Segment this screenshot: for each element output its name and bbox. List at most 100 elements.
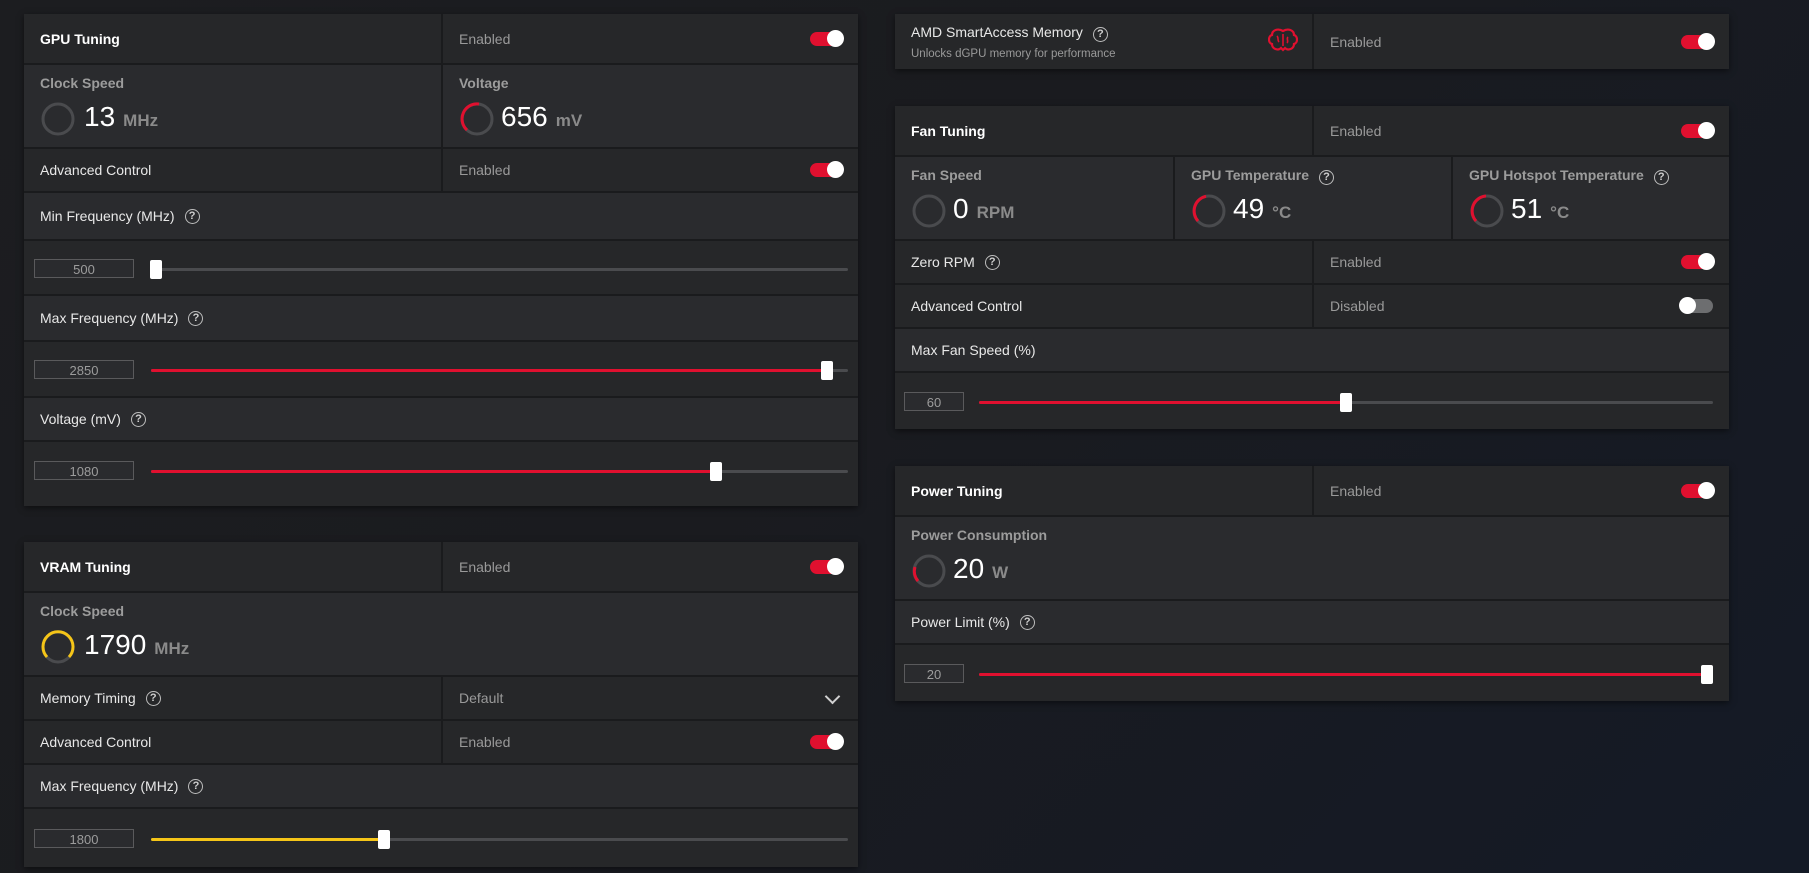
fan-speed-label: Fan Speed — [911, 167, 982, 183]
help-icon[interactable]: ? — [145, 690, 161, 706]
fan-tuning-toggle[interactable] — [1681, 121, 1715, 139]
power-limit-slider-row: 20 — [895, 645, 1729, 701]
gpu-tuning-toggle[interactable] — [810, 29, 844, 47]
gpu-voltage-label: Voltage — [459, 75, 509, 91]
vram-advanced-control-label: Advanced Control — [40, 734, 152, 750]
vram-advanced-control-row: Advanced Control Enabled — [24, 721, 858, 765]
max-fan-speed-label-row: Max Fan Speed (%) — [895, 329, 1729, 373]
sam-toggle[interactable] — [1681, 32, 1715, 50]
gpu-temperature-unit: °C — [1272, 203, 1292, 222]
fan-tuning-title: Fan Tuning — [911, 122, 986, 139]
fan-advanced-control-toggle[interactable] — [1679, 297, 1713, 314]
power-limit-slider-thumb[interactable] — [1701, 665, 1713, 684]
gpu-max-freq-slider[interactable] — [151, 361, 848, 380]
gpu-voltage-label-row: Voltage (mV)? — [24, 398, 858, 442]
power-tuning-title: Power Tuning — [911, 482, 1003, 499]
gpu-advanced-control-label: Advanced Control — [40, 162, 152, 178]
power-limit-slider[interactable] — [979, 665, 1713, 684]
vram-tuning-toggle[interactable] — [810, 557, 844, 575]
fan-metrics-row: Fan Speed 0 RPM GPU Temperature? 49 °C GPU… — [895, 157, 1729, 241]
vram-clock-speed-unit: MHz — [154, 639, 190, 658]
gpu-min-freq-input[interactable]: 500 — [34, 259, 134, 278]
gpu-voltage-input[interactable]: 1080 — [34, 461, 134, 480]
gpu-min-freq-slider-thumb[interactable] — [150, 260, 162, 279]
power-consumption-metric: Power Consumption 20 W — [895, 517, 1729, 599]
fan-speed-value: 0 — [953, 193, 969, 224]
vram-max-freq-slider-thumb[interactable] — [378, 830, 391, 849]
gpu-temperature-metric: GPU Temperature? 49 °C — [1173, 157, 1451, 239]
gpu-clock-gauge-icon — [41, 102, 75, 136]
gpu-metrics-row: Clock Speed 13 MHz Voltage 656 mV — [24, 65, 858, 149]
gpu-voltage-slider[interactable] — [151, 462, 848, 481]
sam-title: AMD SmartAccess Memory — [911, 24, 1083, 40]
brain-icon — [1268, 28, 1298, 52]
fan-speed-metric: Fan Speed 0 RPM — [895, 157, 1173, 239]
help-icon[interactable]: ? — [1653, 169, 1669, 185]
max-fan-speed-input[interactable]: 60 — [904, 392, 964, 411]
gpu-clock-speed-metric: Clock Speed 13 MHz — [24, 65, 441, 147]
help-icon[interactable]: ? — [130, 411, 146, 427]
fan-speed-gauge-icon — [912, 194, 946, 228]
zero-rpm-state: Enabled — [1330, 254, 1382, 270]
memory-timing-dropdown[interactable]: Default — [441, 677, 858, 719]
gpu-advanced-control-state: Enabled — [459, 162, 511, 178]
gpu-clock-speed-value: 13 — [84, 101, 116, 132]
gpu-max-freq-slider-row: 2850 — [24, 342, 858, 398]
help-icon[interactable]: ? — [184, 208, 200, 224]
vram-advanced-control-state: Enabled — [459, 734, 511, 750]
help-icon[interactable]: ? — [188, 310, 204, 326]
vram-tuning-title: VRAM Tuning — [40, 558, 131, 575]
vram-max-freq-slider-row: 1800 — [24, 809, 858, 867]
gpu-advanced-control-toggle[interactable] — [810, 161, 844, 178]
vram-advanced-control-toggle[interactable] — [810, 733, 844, 750]
help-icon[interactable]: ? — [1092, 26, 1108, 42]
help-icon[interactable]: ? — [984, 254, 1000, 270]
gpu-max-freq-label: Max Frequency (MHz) — [40, 310, 179, 326]
gpu-voltage-unit: mV — [555, 111, 583, 130]
help-icon[interactable]: ? — [1019, 614, 1035, 630]
vram-tuning-header: VRAM Tuning Enabled — [24, 542, 858, 593]
power-tuning-card: Power Tuning Enabled Power Consumption 2… — [895, 466, 1729, 701]
power-limit-label-row: Power Limit (%)? — [895, 601, 1729, 645]
fan-tuning-state: Enabled — [1330, 122, 1382, 139]
zero-rpm-toggle[interactable] — [1681, 253, 1715, 270]
max-fan-speed-slider[interactable] — [979, 393, 1713, 412]
help-icon[interactable]: ? — [188, 778, 204, 794]
fan-advanced-control-row: Advanced Control Disabled — [895, 285, 1729, 329]
gpu-temperature-label: GPU Temperature — [1191, 167, 1309, 183]
power-tuning-toggle[interactable] — [1681, 481, 1715, 499]
sam-row: AMD SmartAccess Memory? Unlocks dGPU mem… — [895, 14, 1729, 69]
vram-clock-speed-metric: Clock Speed 1790 MHz — [24, 593, 441, 675]
power-limit-label: Power Limit (%) — [911, 614, 1010, 630]
vram-max-freq-slider[interactable] — [151, 830, 848, 849]
power-tuning-header: Power Tuning Enabled — [895, 466, 1729, 517]
vram-max-freq-input[interactable]: 1800 — [34, 829, 134, 848]
vram-clock-speed-value: 1790 — [84, 629, 147, 660]
chevron-down-icon[interactable] — [824, 688, 841, 705]
gpu-max-freq-input[interactable]: 2850 — [34, 360, 134, 379]
gpu-hotspot-temperature-metric: GPU Hotspot Temperature? 51 °C — [1451, 157, 1729, 239]
fan-tuning-header: Fan Tuning Enabled — [895, 106, 1729, 157]
gpu-clock-speed-unit: MHz — [123, 111, 159, 130]
vram-tuning-card: VRAM Tuning Enabled Clock Speed 1790 MHz … — [24, 542, 858, 867]
gpu-min-freq-slider[interactable] — [150, 260, 848, 279]
zero-rpm-label: Zero RPM — [911, 254, 975, 270]
sam-card: AMD SmartAccess Memory? Unlocks dGPU mem… — [895, 14, 1729, 69]
power-limit-input[interactable]: 20 — [904, 664, 964, 683]
gpu-voltage-metric: Voltage 656 mV — [441, 65, 858, 147]
gpu-voltage-slider-thumb[interactable] — [709, 462, 722, 481]
memory-timing-value: Default — [459, 690, 504, 706]
max-fan-speed-slider-thumb[interactable] — [1340, 393, 1352, 412]
gpu-voltage-slider-row: 1080 — [24, 442, 858, 506]
max-fan-speed-label: Max Fan Speed (%) — [911, 342, 1036, 358]
gpu-tuning-card: GPU Tuning Enabled Clock Speed 13 MHz Vol… — [24, 14, 858, 506]
vram-clock-gauge-icon — [41, 630, 75, 664]
memory-timing-label: Memory Timing — [40, 690, 136, 706]
gpu-hotspot-temperature-value: 51 — [1511, 193, 1543, 224]
max-fan-speed-slider-row: 60 — [895, 373, 1729, 429]
gpu-max-freq-slider-thumb[interactable] — [821, 361, 834, 380]
power-metrics-row: Power Consumption 20 W — [895, 517, 1729, 601]
gpu-hotspot-temperature-unit: °C — [1550, 203, 1570, 222]
help-icon[interactable]: ? — [1319, 169, 1334, 185]
gpu-min-freq-label: Min Frequency (MHz) — [40, 208, 175, 224]
